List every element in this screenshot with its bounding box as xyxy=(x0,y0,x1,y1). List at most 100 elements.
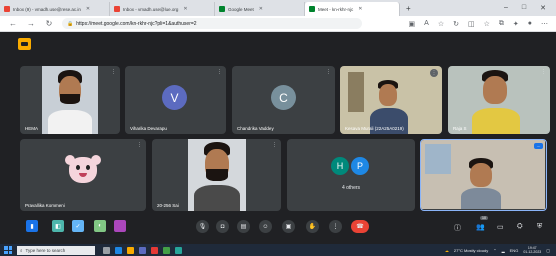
more-options-icon[interactable]: ⋯ xyxy=(534,143,543,149)
close-tab-icon[interactable]: ✕ xyxy=(259,6,263,12)
raise-hand-button[interactable]: ✋ xyxy=(306,220,319,233)
lock-icon: 🔒 xyxy=(67,20,74,27)
participant-tile-hema[interactable]: ⋮ HEMA xyxy=(20,66,120,134)
minimize-button[interactable]: – xyxy=(504,4,508,12)
participant-tile-pravallika[interactable]: ⋮ Pravallika Kommeni xyxy=(20,139,146,211)
more-options-icon[interactable]: ⋮ xyxy=(272,142,277,148)
self-view-tile[interactable]: ⋯ xyxy=(420,139,547,211)
system-tray: ☁ 27°C Mostly cloudy ⌃ ▂ ENG 19:47 01-12… xyxy=(445,246,556,254)
mail-icon[interactable] xyxy=(151,246,158,254)
menu-dots-icon[interactable]: ⋯ xyxy=(541,20,548,28)
back-arrow-icon[interactable]: ← xyxy=(8,19,18,28)
task-view-icon[interactable] xyxy=(103,246,110,254)
camera-button[interactable]: ◘ xyxy=(216,220,229,233)
leave-call-button[interactable]: ☎ xyxy=(351,220,369,233)
activities-icon[interactable]: ⛭ xyxy=(517,223,523,231)
split-screen-icon[interactable]: ◫ xyxy=(468,20,475,28)
weather-text[interactable]: 27°C Mostly cloudy xyxy=(454,248,488,253)
self-video xyxy=(421,140,545,209)
notifications-icon[interactable]: ▢ xyxy=(546,248,550,253)
close-tab-icon[interactable]: ✕ xyxy=(183,6,187,12)
avatar: P xyxy=(351,157,369,175)
captions-button[interactable]: ▤ xyxy=(237,220,250,233)
address-bar: ← → ↻ 🔒 https://meet.google.com/kn-rkhr-… xyxy=(0,16,556,32)
participant-tile-viharika[interactable]: V ⋮ Viharika Devarapu xyxy=(125,66,226,134)
tab-inbox-1[interactable]: Inbox (9) - vmadh.use@rese.ac.in ✕ xyxy=(0,2,110,16)
read-aloud-icon[interactable]: A xyxy=(424,20,429,28)
info-icon[interactable]: ⓘ xyxy=(454,223,461,233)
participant-name: Raja S xyxy=(453,126,467,131)
participant-tile-sai[interactable]: ⋮ 20-256 Sai xyxy=(152,139,281,211)
polls-icon[interactable]: ◐ xyxy=(94,220,106,232)
more-options-icon[interactable]: ⋮ xyxy=(217,69,222,75)
chrome-icon[interactable] xyxy=(163,246,170,254)
more-options-icon[interactable]: ⋮ xyxy=(541,69,546,75)
file-explorer-icon[interactable] xyxy=(127,246,134,254)
participant-video xyxy=(188,139,246,211)
store-icon[interactable] xyxy=(139,246,146,254)
browser-toolbar: ▣ A ☆ ↻ ◫ ☆ ⧉ ✦ ● ⋯ xyxy=(409,20,556,28)
more-options-icon[interactable]: ⋮ xyxy=(137,142,142,148)
app-icon-blue[interactable]: ▮ xyxy=(26,220,38,232)
forward-arrow-icon[interactable]: → xyxy=(26,19,36,28)
attendance-icon[interactable]: ✓ xyxy=(72,220,84,232)
more-options-icon[interactable]: ⋮ xyxy=(430,69,438,77)
participant-tile-raja[interactable]: ⋮ Raja S xyxy=(448,66,550,134)
close-window-button[interactable]: ✕ xyxy=(540,4,546,12)
clock[interactable]: 19:47 01-12-2023 xyxy=(523,246,541,254)
others-count: 4 others xyxy=(341,185,361,191)
participant-name: Pravallika Kommeni xyxy=(25,203,65,208)
breakout-icon[interactable] xyxy=(114,220,126,232)
extensions-icon[interactable]: ✦ xyxy=(513,20,519,28)
maximize-button[interactable]: □ xyxy=(522,4,526,12)
more-options-button[interactable]: ⋮ xyxy=(329,220,342,233)
reload-icon[interactable]: ↻ xyxy=(44,19,54,28)
tray-chevron-icon[interactable]: ⌃ xyxy=(493,248,496,253)
more-options-icon[interactable]: ⋮ xyxy=(326,69,331,75)
avatar: H xyxy=(331,157,349,175)
windows-taskbar: ⌕ Type here to search ☁ 27°C Mostly clou… xyxy=(0,244,556,256)
windows-start-icon[interactable] xyxy=(4,246,12,254)
close-tab-icon[interactable]: ✕ xyxy=(358,6,362,12)
tab-meet-active[interactable]: Meet - kn-rkhr-njc ✕ xyxy=(305,2,400,16)
participant-tile-chandrika[interactable]: C ⋮ Chandrika Vaddey xyxy=(232,66,335,134)
app-icon[interactable] xyxy=(175,246,182,254)
network-icon[interactable]: ▂ xyxy=(502,248,505,253)
emoji-button[interactable]: ☺ xyxy=(259,220,272,233)
tab-inbox-2[interactable]: Inbox - vmadh.use@lue.org ✕ xyxy=(110,2,215,16)
new-tab-button[interactable]: + xyxy=(406,4,411,13)
collections-icon[interactable]: ⧉ xyxy=(499,20,504,28)
clock-date: 01-12-2023 xyxy=(523,250,542,254)
tab-label: Google Meet xyxy=(228,6,254,12)
meet-icon xyxy=(219,6,225,12)
url-field[interactable]: 🔒 https://meet.google.com/kn-rkhr-njc?pl… xyxy=(62,18,362,29)
whiteboard-icon[interactable]: ◧ xyxy=(52,220,64,232)
participant-video xyxy=(42,66,98,134)
microphone-button[interactable]: 🎙 xyxy=(196,220,209,233)
favorites-icon[interactable]: ☆ xyxy=(484,20,490,28)
meeting-controls: ▮ ◧ ✓ ◐ 🎙 ◘ ▤ ☺ ▣ ✋ ⋮ ☎ ⓘ 10 👥 ▭ ⛭ ⛨ xyxy=(0,216,556,244)
close-tab-icon[interactable]: ✕ xyxy=(86,6,90,12)
favorite-star-icon[interactable]: ☆ xyxy=(438,20,444,28)
browser-tab-bar: Inbox (9) - vmadh.use@rese.ac.in ✕ Inbox… xyxy=(0,0,556,16)
chat-icon[interactable]: ▭ xyxy=(497,223,504,231)
edge-browser-icon[interactable] xyxy=(115,246,122,254)
tab-google-meet[interactable]: Google Meet ✕ xyxy=(215,2,305,16)
people-icon[interactable]: 👥 xyxy=(476,223,485,231)
meet-stage: ⋮ HEMA V ⋮ Viharika Devarapu C ⋮ Chandri… xyxy=(0,33,556,244)
url-text: https://meet.google.com/kn-rkhr-njc?pli=… xyxy=(76,20,197,27)
more-options-icon[interactable]: ⋮ xyxy=(111,69,116,75)
participant-tile-others[interactable]: H P 4 others xyxy=(287,139,415,211)
participant-tile-kesava[interactable]: ⋮ Kesava Murali (22A25A0219) xyxy=(340,66,442,134)
camera-icon[interactable]: ▣ xyxy=(409,20,416,28)
weather-icon: ☁ xyxy=(444,247,449,253)
search-icon: ⌕ xyxy=(20,247,23,253)
host-controls-icon[interactable]: ⛨ xyxy=(537,223,542,231)
participant-video xyxy=(340,66,442,134)
profile-icon[interactable]: ● xyxy=(528,20,532,28)
present-button[interactable]: ▣ xyxy=(282,220,295,233)
language-indicator[interactable]: ENG xyxy=(510,248,519,253)
meeting-chat-icon[interactable] xyxy=(18,38,31,50)
taskbar-search-input[interactable]: ⌕ Type here to search xyxy=(17,245,95,255)
refresh-extension-icon[interactable]: ↻ xyxy=(453,20,459,28)
